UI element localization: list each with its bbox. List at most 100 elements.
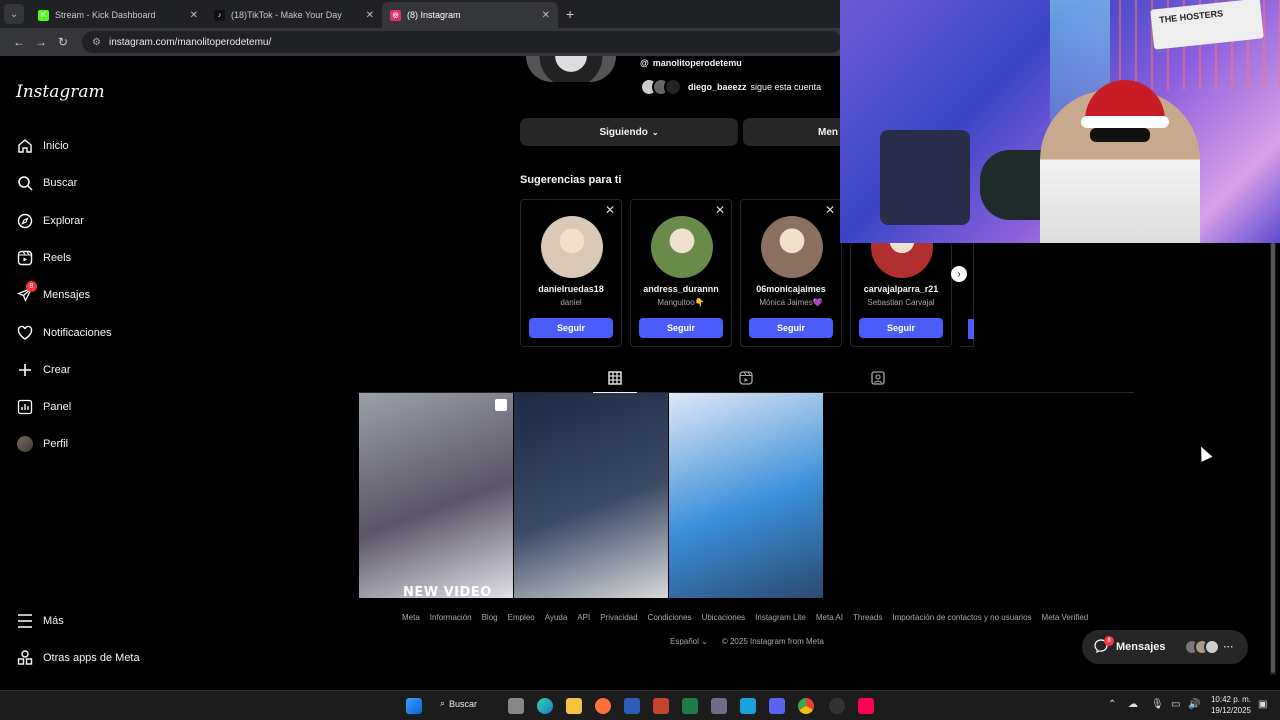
browser-tab[interactable]: ♪ (18)TikTok - Make Your Day ✕: [206, 2, 382, 28]
close-icon[interactable]: ✕: [715, 203, 725, 217]
chevron-down-icon: ⌄: [651, 127, 659, 137]
follower-avatars: [640, 78, 682, 96]
follow-button[interactable]: Seguir: [749, 318, 833, 338]
post-thumbnail[interactable]: NEW VIDEO: [359, 393, 513, 598]
forward-icon[interactable]: →: [30, 35, 52, 49]
back-icon[interactable]: ←: [8, 35, 30, 49]
message-button[interactable]: Men: [743, 118, 840, 146]
sidebar-item-panel[interactable]: Panel: [16, 397, 71, 417]
sidebar-item-perfil[interactable]: Perfil: [16, 434, 68, 454]
system-clock[interactable]: 10:42 p. m. 19/12/2025: [1205, 694, 1251, 716]
firefox-icon[interactable]: [595, 698, 611, 714]
suggestion-username[interactable]: 06monicajaimes: [741, 284, 841, 294]
suggestion-username[interactable]: andress_durannn: [631, 284, 731, 294]
footer-link[interactable]: Ayuda: [545, 613, 568, 622]
copilot-icon[interactable]: [740, 698, 756, 714]
sidebar-item-crear[interactable]: Crear: [16, 360, 71, 380]
post-thumbnail[interactable]: [514, 393, 668, 598]
suggestion-avatar[interactable]: [651, 216, 713, 278]
footer-link[interactable]: API: [577, 613, 590, 622]
threads-badge[interactable]: @ manolitoperodetemu: [640, 58, 742, 68]
suggestion-card[interactable]: carvajalparra_r21 Sebastian Carvajal Seg…: [850, 216, 952, 347]
footer-link[interactable]: Meta Verified: [1042, 613, 1089, 622]
powerpoint-icon[interactable]: [653, 698, 669, 714]
browser-tab[interactable]: K Stream - Kick Dashboard ✕: [30, 2, 206, 28]
close-icon[interactable]: ✕: [605, 203, 615, 217]
app-icon[interactable]: [711, 698, 727, 714]
footer-link[interactable]: Meta AI: [816, 613, 843, 622]
footer-link[interactable]: Meta: [402, 613, 420, 622]
task-view-icon[interactable]: [508, 698, 524, 714]
onedrive-icon[interactable]: ☁: [1128, 699, 1138, 710]
posts-grid-icon[interactable]: [593, 369, 637, 393]
footer-link[interactable]: Empleo: [508, 613, 535, 622]
browser-tab[interactable]: ◎ (8) Instagram ✕: [382, 2, 558, 28]
sidebar-item-reels[interactable]: Reels: [16, 248, 71, 268]
footer-link[interactable]: Threads: [853, 613, 882, 622]
suggestion-card[interactable]: ✕ andress_durannn Manguitoo👇 Seguir: [630, 199, 732, 347]
taskbar-search[interactable]: ⌕ Buscar: [440, 698, 477, 709]
chrome-icon[interactable]: [798, 698, 814, 714]
footer-link[interactable]: Información: [430, 613, 472, 622]
reload-icon[interactable]: ↻: [52, 35, 74, 49]
sidebar-item-notificaciones[interactable]: Notificaciones: [16, 323, 111, 343]
close-icon[interactable]: ✕: [190, 10, 198, 21]
sidebar-item-buscar[interactable]: Buscar: [16, 173, 77, 193]
follow-button[interactable]: Seguir: [859, 318, 943, 338]
reels-tab-icon[interactable]: [737, 369, 755, 387]
suggestion-username[interactable]: carvajalparra_r21: [851, 284, 951, 294]
tiktok-icon[interactable]: [858, 698, 874, 714]
following-button[interactable]: Siguiendo ⌄: [520, 118, 738, 146]
suggestion-avatar[interactable]: [541, 216, 603, 278]
wifi-icon[interactable]: ▭: [1171, 699, 1180, 710]
followed-by-note[interactable]: diego_baeezz sigue esta cuenta: [640, 78, 821, 96]
volume-icon[interactable]: 🔊: [1188, 699, 1200, 710]
follow-button[interactable]: Seguir: [639, 318, 723, 338]
sidebar-item-meta-apps[interactable]: Otras apps de Meta: [16, 648, 140, 668]
url-input[interactable]: ⚙ instagram.com/manolitoperodetemu/: [82, 31, 842, 53]
suggestion-card-partial[interactable]: [960, 242, 974, 347]
new-tab-button[interactable]: +: [566, 6, 574, 22]
discord-icon[interactable]: [769, 698, 785, 714]
next-suggestions-icon[interactable]: ›: [951, 266, 967, 282]
microphone-icon[interactable]: 🎙: [1151, 699, 1164, 710]
footer-link[interactable]: Importación de contactos y no usuarios: [892, 613, 1031, 622]
close-icon[interactable]: ✕: [366, 10, 374, 21]
footer-link[interactable]: Blog: [482, 613, 498, 622]
footer-link[interactable]: Condiciones: [648, 613, 692, 622]
windows-start-icon[interactable]: [406, 698, 422, 714]
footer-link[interactable]: Privacidad: [600, 613, 637, 622]
page-scrollbar[interactable]: [1270, 243, 1276, 675]
more-icon[interactable]: ···: [1224, 642, 1234, 653]
footer-link[interactable]: Ubicaciones: [702, 613, 746, 622]
edge-icon[interactable]: [537, 698, 553, 714]
word-icon[interactable]: [624, 698, 640, 714]
messages-floating-button[interactable]: 8 Mensajes ···: [1082, 630, 1248, 664]
footer-link[interactable]: Instagram Lite: [755, 613, 806, 622]
obs-icon[interactable]: [829, 698, 845, 714]
tagged-icon[interactable]: [869, 369, 887, 387]
language-select[interactable]: Español ⌄: [670, 637, 708, 646]
suggestion-avatar[interactable]: [761, 216, 823, 278]
file-explorer-icon[interactable]: [566, 698, 582, 714]
sidebar-item-label: Panel: [43, 401, 72, 414]
sidebar-item-mensajes[interactable]: 8 Mensajes: [16, 281, 90, 305]
close-icon[interactable]: ✕: [825, 203, 835, 217]
sidebar-item-inicio[interactable]: Inicio: [16, 136, 69, 156]
instagram-logo[interactable]: Instagram: [16, 82, 105, 102]
follow-button[interactable]: Seguir: [529, 318, 613, 338]
close-icon[interactable]: ✕: [542, 10, 550, 21]
profile-picture[interactable]: [526, 56, 616, 82]
messages-label: Mensajes: [1116, 641, 1166, 653]
site-info-icon[interactable]: ⚙: [92, 37, 101, 48]
notifications-icon[interactable]: ▣: [1258, 699, 1267, 710]
suggestion-username[interactable]: danielruedas18: [521, 284, 621, 294]
post-thumbnail[interactable]: [669, 393, 823, 598]
suggestion-card[interactable]: ✕ 06monicajaimes Mónica Jaimes💜 Seguir: [740, 199, 842, 347]
sidebar-item-explorar[interactable]: Explorar: [16, 211, 84, 231]
tab-search-dropdown-icon[interactable]: ⌄: [4, 4, 24, 24]
excel-icon[interactable]: [682, 698, 698, 714]
tray-chevron-icon[interactable]: ⌃: [1108, 699, 1116, 710]
suggestion-card[interactable]: ✕ danielruedas18 daniel Seguir: [520, 199, 622, 347]
sidebar-item-more[interactable]: Más: [16, 611, 64, 631]
